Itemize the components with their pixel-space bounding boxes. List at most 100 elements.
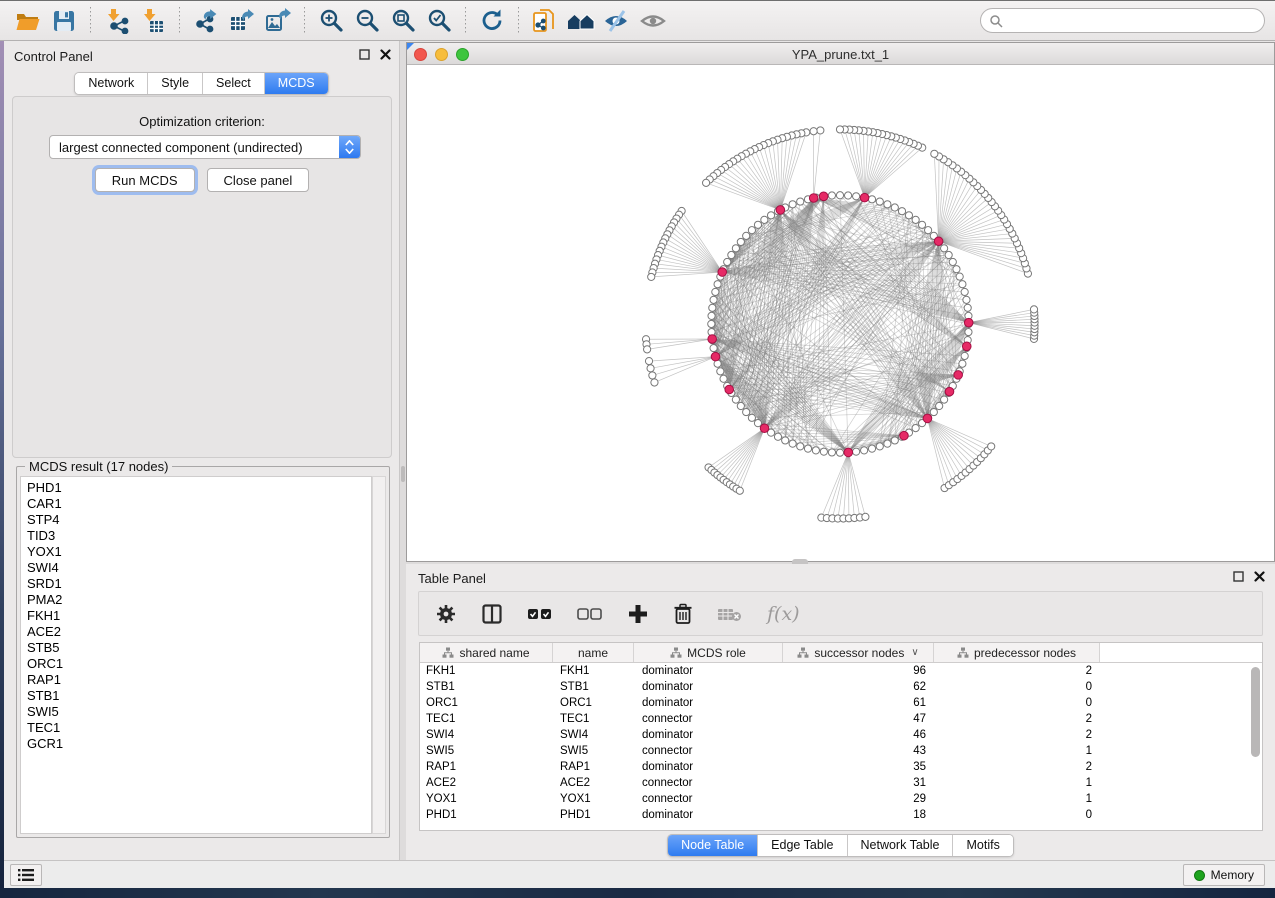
mcds-result-item[interactable]: ORC1 <box>21 656 371 672</box>
table-cell: dominator <box>634 807 783 823</box>
mcds-result-item[interactable]: SWI5 <box>21 704 371 720</box>
table-row[interactable]: ORC1ORC1dominator610 <box>420 695 1262 711</box>
mcds-result-item[interactable]: STP4 <box>21 512 371 528</box>
column-label: MCDS role <box>687 646 746 660</box>
splitter-grip[interactable] <box>401 466 405 482</box>
apply-layout-button[interactable] <box>477 6 507 36</box>
export-table-button[interactable] <box>227 6 257 36</box>
clone-network-button[interactable] <box>530 6 560 36</box>
mcds-result-item[interactable]: RAP1 <box>21 672 371 688</box>
close-panel-button[interactable]: Close panel <box>207 168 310 192</box>
close-panel-icon[interactable] <box>1254 571 1265 582</box>
memory-label: Memory <box>1211 868 1254 882</box>
table-row[interactable]: RAP1RAP1dominator352 <box>420 759 1262 775</box>
mcds-result-item[interactable]: SRD1 <box>21 576 371 592</box>
column-type-icon <box>670 647 682 659</box>
network-window-titlebar[interactable]: YPA_prune.txt_1 <box>407 43 1274 65</box>
tab-style[interactable]: Style <box>148 73 203 94</box>
first-neighbors-button[interactable] <box>566 6 596 36</box>
run-mcds-button[interactable]: Run MCDS <box>95 168 195 192</box>
select-all-columns-button[interactable] <box>527 603 553 625</box>
mcds-result-item[interactable]: PMA2 <box>21 592 371 608</box>
close-panel-icon[interactable] <box>380 49 391 60</box>
table-row[interactable]: TEC1TEC1connector472 <box>420 711 1262 727</box>
tab-edge-table[interactable]: Edge Table <box>758 835 847 856</box>
mcds-result-item[interactable]: FKH1 <box>21 608 371 624</box>
column-header-predecessor-nodes[interactable]: predecessor nodes <box>934 643 1100 662</box>
table-row[interactable]: SWI5SWI5connector431 <box>420 743 1262 759</box>
refresh-icon <box>479 7 506 34</box>
table-cell: 62 <box>783 679 934 695</box>
mcds-result-item[interactable]: PHD1 <box>21 480 371 496</box>
memory-button[interactable]: Memory <box>1183 864 1265 886</box>
mcds-result-item[interactable]: STB5 <box>21 640 371 656</box>
node-table: shared namename MCDS role successor nodes∨… <box>419 642 1263 831</box>
show-columns-button[interactable] <box>481 603 503 625</box>
tab-network-table[interactable]: Network Table <box>848 835 954 856</box>
table-cell: 1 <box>934 791 1100 807</box>
task-history-button[interactable] <box>10 864 42 886</box>
mcds-result-item[interactable]: TID3 <box>21 528 371 544</box>
desktop-background-bottom <box>0 888 1275 898</box>
delete-table-button[interactable] <box>717 603 743 625</box>
table-row[interactable]: FKH1FKH1dominator962 <box>420 663 1262 679</box>
mcds-result-group: MCDS result (17 nodes) PHD1CAR1STP4TID3Y… <box>16 466 390 838</box>
table-cell: dominator <box>634 663 783 679</box>
table-row[interactable]: ACE2ACE2connector311 <box>420 775 1262 791</box>
zoom-fit-button[interactable] <box>388 6 418 36</box>
column-type-icon <box>797 647 809 659</box>
column-header-successor-nodes[interactable]: successor nodes∨ <box>783 643 934 662</box>
table-row[interactable]: PHD1PHD1dominator180 <box>420 807 1262 823</box>
hide-selected-button[interactable] <box>602 6 632 36</box>
mcds-result-item[interactable]: SWI4 <box>21 560 371 576</box>
search-input[interactable] <box>1008 13 1256 29</box>
mcds-result-item[interactable]: YOX1 <box>21 544 371 560</box>
toolbar-separator <box>465 7 466 35</box>
mcds-result-item[interactable]: TEC1 <box>21 720 371 736</box>
float-panel-icon[interactable] <box>359 49 370 60</box>
table-cell: 0 <box>934 807 1100 823</box>
tab-mcds[interactable]: MCDS <box>265 73 328 94</box>
mcds-result-item[interactable]: CAR1 <box>21 496 371 512</box>
network-canvas[interactable] <box>407 65 1274 561</box>
function-builder-button[interactable]: f(x) <box>767 603 800 625</box>
import-network-button[interactable] <box>102 6 132 36</box>
show-hidden-button[interactable] <box>638 6 668 36</box>
import-table-button[interactable] <box>138 6 168 36</box>
gear-icon <box>435 603 457 625</box>
zoom-out-button[interactable] <box>352 6 382 36</box>
mcds-list-scrollbar[interactable] <box>372 476 386 834</box>
open-session-button[interactable] <box>13 6 43 36</box>
mcds-result-item[interactable]: GCR1 <box>21 736 371 752</box>
export-image-button[interactable] <box>263 6 293 36</box>
tab-network[interactable]: Network <box>75 73 148 94</box>
mcds-result-item[interactable]: STB1 <box>21 688 371 704</box>
export-network-button[interactable] <box>191 6 221 36</box>
zoom-in-button[interactable] <box>316 6 346 36</box>
optimization-criterion-select[interactable]: largest connected component (undirected) <box>49 135 361 159</box>
table-row[interactable]: YOX1YOX1connector291 <box>420 791 1262 807</box>
delete-columns-button[interactable] <box>673 603 693 625</box>
column-header-mcds-role[interactable]: MCDS role <box>634 643 783 662</box>
column-header-name[interactable]: name <box>553 643 634 662</box>
table-scrollbar-thumb[interactable] <box>1251 667 1260 757</box>
tab-node-table[interactable]: Node Table <box>668 835 758 856</box>
add-column-button[interactable] <box>627 603 649 625</box>
table-options-button[interactable] <box>435 603 457 625</box>
eye-icon <box>639 8 667 34</box>
table-cell: 1 <box>934 743 1100 759</box>
column-header-shared-name[interactable]: shared name <box>420 643 553 662</box>
toolbar-separator <box>304 7 305 35</box>
zoom-selected-button[interactable] <box>424 6 454 36</box>
tab-motifs[interactable]: Motifs <box>953 835 1012 856</box>
column-label: successor nodes <box>814 646 904 660</box>
unselect-all-columns-button[interactable] <box>577 603 603 625</box>
tab-select[interactable]: Select <box>203 73 265 94</box>
table-row[interactable]: STB1STB1dominator620 <box>420 679 1262 695</box>
float-panel-icon[interactable] <box>1233 571 1244 582</box>
table-cell: 2 <box>934 711 1100 727</box>
table-row[interactable]: SWI4SWI4dominator462 <box>420 727 1262 743</box>
save-session-button[interactable] <box>49 6 79 36</box>
memory-status-icon <box>1194 870 1205 881</box>
mcds-result-item[interactable]: ACE2 <box>21 624 371 640</box>
